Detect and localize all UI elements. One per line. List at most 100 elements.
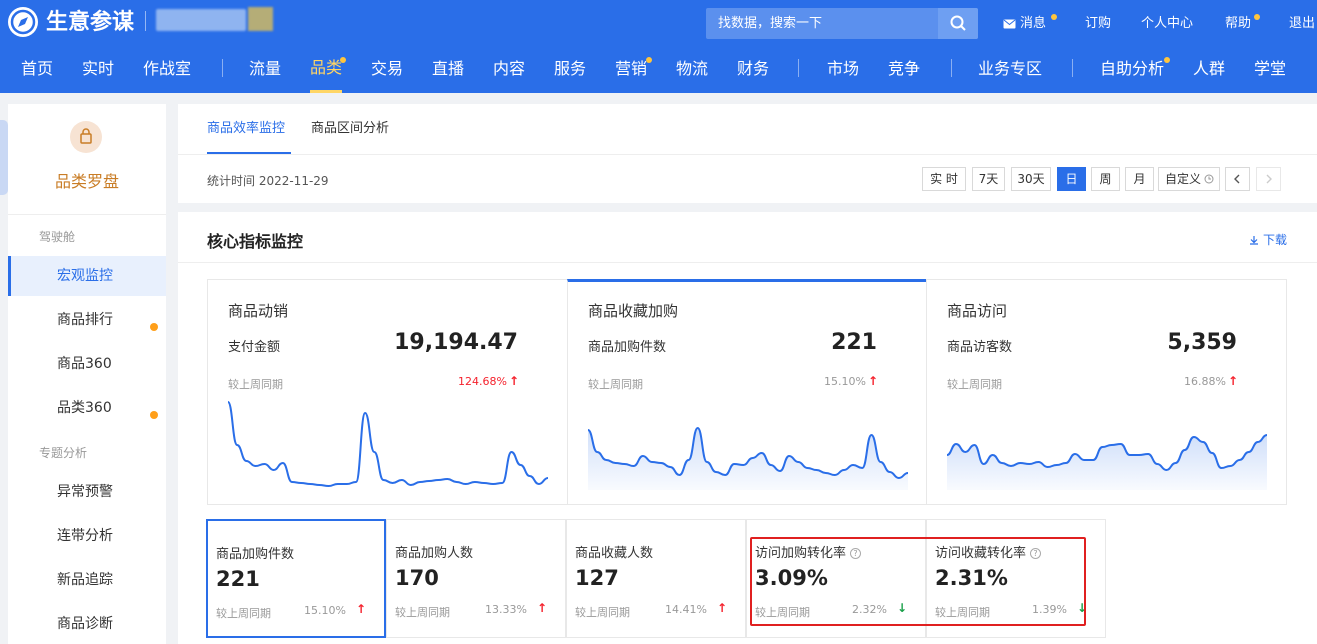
kpi-cart-items[interactable]: 商品加购件数 221 较上周同期 15.10% ↑ [206, 519, 386, 638]
nav-traffic[interactable]: 流量 [249, 45, 281, 93]
personal-center-link[interactable]: 个人中心 [1141, 8, 1193, 39]
sidebar-group-cockpit: 驾驶舱 [39, 230, 76, 244]
nav-market[interactable]: 市场 [827, 45, 859, 93]
sidebar-item-new-product-tracking[interactable]: 新品追踪 [8, 560, 166, 600]
card-change: 124.68% [458, 375, 507, 388]
nav-war-room[interactable]: 作战室 [143, 45, 191, 93]
logout-link[interactable]: 退出 [1289, 8, 1315, 39]
card-label: 商品访客数 [947, 340, 1013, 355]
metric-card-visits[interactable]: 商品访问 商品访客数 5,359 较上周同期 16.88% ↑ [926, 279, 1287, 505]
period-custom-button[interactable]: 自定义 [1158, 167, 1220, 191]
sparkline-line [228, 401, 548, 488]
kpi-title: 访问加购转化率? [755, 542, 862, 561]
card-value: 221 [831, 330, 877, 355]
tab-range-analysis[interactable]: 商品区间分析 [311, 104, 389, 154]
period-30d-button[interactable]: 30天 [1011, 167, 1051, 191]
nav-finance[interactable]: 财务 [737, 45, 769, 93]
card-change: 16.88% [1184, 375, 1226, 388]
download-link[interactable]: 下载 [1249, 231, 1287, 248]
nav-realtime[interactable]: 实时 [82, 45, 114, 93]
nav-business-zone[interactable]: 业务专区 [978, 45, 1042, 93]
nav-divider [1072, 59, 1073, 77]
nav-self-analysis[interactable]: 自助分析 [1100, 45, 1164, 93]
kpi-value: 2.31% [935, 566, 1008, 590]
period-day-button[interactable]: 日 [1057, 167, 1086, 191]
kpi-change: 2.32% [852, 603, 887, 616]
kpi-change: 13.33% [485, 603, 527, 616]
sidebar-item-product-diagnosis[interactable]: 商品诊断 [8, 604, 166, 644]
download-label: 下载 [1262, 233, 1287, 247]
metric-card-favorites-cart[interactable]: 商品收藏加购 商品加购件数 221 较上周同期 15.10% ↑ [567, 279, 927, 505]
brand-name[interactable]: 生意参谋 [46, 6, 134, 40]
sidebar-divider [8, 214, 166, 215]
next-period-button[interactable] [1256, 167, 1281, 191]
period-7d-button[interactable]: 7天 [972, 167, 1005, 191]
arrow-up-icon: ↑ [536, 601, 547, 615]
search-input[interactable]: 找数据，搜索一下 [718, 8, 822, 39]
nav-service[interactable]: 服务 [554, 45, 586, 93]
search-button[interactable] [938, 8, 978, 39]
side-float-tab[interactable] [0, 120, 8, 195]
sidebar: 品类罗盘 驾驶舱 宏观监控 商品排行 商品360 品类360 专题分析 异常预警… [8, 104, 166, 644]
kpi-title-text: 访问加购转化率 [755, 546, 847, 561]
card-label: 支付金额 [228, 340, 281, 355]
messages-link[interactable]: 消息 [1020, 8, 1046, 39]
nav-transaction[interactable]: 交易 [371, 45, 403, 93]
compass-logo-icon[interactable] [8, 7, 38, 37]
sidebar-item-product-360[interactable]: 商品360 [8, 344, 166, 384]
nav-competition[interactable]: 竞争 [888, 45, 920, 93]
tab-efficiency-monitor[interactable]: 商品效率监控 [207, 104, 285, 154]
sidebar-item-associated-analysis[interactable]: 连带分析 [8, 516, 166, 556]
nav-marketing[interactable]: 营销 [615, 45, 647, 93]
store-avatar-blurred [248, 7, 273, 31]
period-week-button[interactable]: 周 [1091, 167, 1120, 191]
kpi-change: 14.41% [665, 603, 707, 616]
search-box[interactable]: 找数据，搜索一下 [706, 8, 978, 39]
kpi-visit-favorite-conversion[interactable]: 访问收藏转化率? 2.31% 较上周同期 1.39% ↓ [926, 519, 1106, 638]
nav-academy[interactable]: 学堂 [1254, 45, 1286, 93]
sidebar-title: 品类罗盘 [54, 172, 119, 191]
arrow-up-icon: ↑ [716, 601, 727, 615]
nav-live[interactable]: 直播 [432, 45, 464, 93]
sidebar-ranking-badge [150, 323, 158, 331]
shopping-bag-icon [70, 121, 102, 153]
chevron-left-icon [1234, 174, 1240, 184]
sparkline-area [588, 428, 908, 490]
arrow-down-icon: ↓ [1076, 601, 1087, 615]
period-month-button[interactable]: 月 [1125, 167, 1154, 191]
kpi-visit-cart-conversion[interactable]: 访问加购转化率? 3.09% 较上周同期 2.32% ↓ [746, 519, 926, 638]
arrow-up-icon: ↑ [508, 374, 519, 388]
core-metrics-card: 核心指标监控 下载 商品动销 支付金额 19,194.47 较上周同期 124.… [178, 212, 1317, 644]
nav-category[interactable]: 品类 [310, 45, 343, 93]
page-tab-card: 商品效率监控 商品区间分析 统计时间 2022-11-29 实 时 7天 30天… [178, 104, 1317, 203]
kpi-change: 15.10% [304, 604, 346, 617]
sparkline-cart [588, 426, 908, 490]
subscribe-link[interactable]: 订购 [1085, 8, 1111, 39]
kpi-cart-buyers[interactable]: 商品加购人数 170 较上周同期 13.33% ↑ [386, 519, 566, 638]
prev-period-button[interactable] [1225, 167, 1250, 191]
period-realtime-button[interactable]: 实 时 [922, 167, 966, 191]
help-icon[interactable]: ? [1030, 548, 1042, 559]
help-link[interactable]: 帮助 [1225, 8, 1251, 39]
nav-content[interactable]: 内容 [493, 45, 525, 93]
card-value: 19,194.47 [394, 330, 518, 355]
nav-home[interactable]: 首页 [21, 45, 53, 93]
kpi-title: 商品加购件数 [216, 547, 295, 562]
header-divider [145, 11, 146, 31]
nav-category-badge [340, 57, 346, 63]
help-icon[interactable]: ? [850, 548, 862, 559]
kpi-compare-label: 较上周同期 [575, 606, 630, 619]
card-label: 商品加购件数 [588, 340, 667, 355]
metric-card-sales[interactable]: 商品动销 支付金额 19,194.47 较上周同期 124.68% ↑ [207, 279, 568, 505]
sidebar-group-topic: 专题分析 [39, 446, 88, 460]
nav-logistics[interactable]: 物流 [676, 45, 708, 93]
kpi-favorite-buyers[interactable]: 商品收藏人数 127 较上周同期 14.41% ↑ [566, 519, 746, 638]
sidebar-item-anomaly-alert[interactable]: 异常预警 [8, 472, 166, 512]
sidebar-item-product-ranking[interactable]: 商品排行 [8, 300, 166, 340]
nav-audience[interactable]: 人群 [1193, 45, 1225, 93]
sidebar-item-macro-monitor[interactable]: 宏观监控 [8, 256, 166, 296]
kpi-change: 1.39% [1032, 603, 1067, 616]
sidebar-item-category-360[interactable]: 品类360 [8, 388, 166, 428]
kpi-title: 商品收藏人数 [575, 546, 654, 561]
kpi-compare-label: 较上周同期 [935, 606, 990, 619]
